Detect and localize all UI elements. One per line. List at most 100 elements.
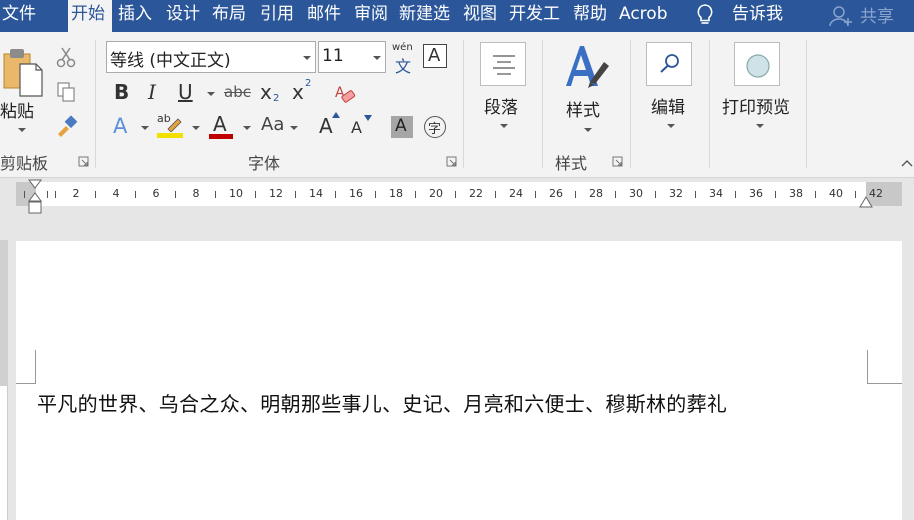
print-preview-dropdown-caret — [756, 124, 764, 128]
font-name-dropdown-caret[interactable] — [303, 56, 311, 60]
tab-references[interactable]: 引用 — [260, 0, 294, 32]
highlight-color-button[interactable]: ab — [157, 112, 185, 142]
phonetic-guide-button[interactable]: wén 文 — [392, 42, 416, 76]
highlight-color-swatch — [157, 133, 183, 138]
tab-new-group[interactable]: 新建选 — [399, 0, 450, 32]
styles-dropdown-caret — [584, 128, 592, 132]
paste-icon — [3, 49, 43, 97]
bold-button[interactable]: B — [114, 80, 129, 104]
crop-mark — [16, 383, 36, 384]
character-shading-button[interactable]: A — [391, 116, 413, 138]
ruler-tick — [815, 191, 816, 198]
ruler-tick — [535, 191, 536, 198]
character-border-char: A — [428, 45, 441, 66]
tab-view[interactable]: 视图 — [463, 0, 497, 32]
indent-marker-icon[interactable] — [28, 179, 42, 215]
copy-icon[interactable] — [56, 81, 76, 103]
character-shading-a: A — [395, 116, 407, 136]
change-case-button[interactable]: Aa — [261, 114, 284, 135]
group-separator — [709, 40, 710, 168]
styles-launcher-icon[interactable] — [612, 156, 623, 167]
italic-button[interactable]: I — [148, 80, 156, 104]
font-size-dropdown-caret[interactable] — [373, 56, 381, 60]
tab-home[interactable]: 开始 — [68, 0, 112, 32]
superscript-x: x — [292, 80, 304, 104]
tell-me-search[interactable]: 告诉我 — [732, 0, 783, 32]
ruler-tick — [695, 191, 696, 198]
font-launcher-icon[interactable] — [446, 156, 457, 167]
tab-review[interactable]: 审阅 — [354, 0, 388, 32]
tab-file[interactable]: 文件 — [2, 0, 36, 32]
underline-dropdown-caret[interactable] — [207, 92, 215, 96]
crop-mark — [867, 350, 868, 384]
grow-arrow-icon — [332, 112, 340, 118]
tab-acrobat[interactable]: Acrob — [619, 0, 668, 32]
clear-formatting-icon[interactable]: A — [333, 82, 357, 106]
print-preview-icon-box — [734, 42, 780, 86]
paste-button[interactable]: 粘贴 — [0, 40, 48, 122]
enclose-characters-button[interactable]: 字 — [424, 116, 446, 138]
font-color-dropdown-caret[interactable] — [243, 126, 251, 130]
ruler-tick — [335, 191, 336, 198]
document-page[interactable] — [16, 241, 902, 520]
editing-button[interactable]: 编辑 — [642, 40, 698, 140]
document-text-line[interactable]: 平凡的世界、乌合之众、明朝那些事儿、史记、月亮和六便士、穆斯林的葬礼 — [37, 388, 727, 417]
highlight-dropdown-caret[interactable] — [192, 126, 200, 130]
ruler-tick — [375, 191, 376, 198]
text-effects-button[interactable]: A — [113, 114, 127, 138]
styles-button[interactable]: 样式 — [558, 40, 614, 140]
ruler-tick — [47, 191, 48, 198]
grow-font-button[interactable]: A — [319, 112, 343, 142]
underline-button[interactable]: U — [178, 80, 193, 104]
tab-design[interactable]: 设计 — [166, 0, 200, 32]
cut-icon[interactable] — [56, 46, 76, 68]
paste-dropdown-caret[interactable] — [18, 128, 26, 132]
ruler-number: 22 — [469, 187, 483, 200]
shrink-font-button[interactable]: A — [351, 112, 375, 142]
ribbon-tab-bar: 文件 开始 插入 设计 布局 引用 邮件 审阅 新建选 视图 开发工 帮助 Ac… — [0, 0, 914, 32]
paragraph-label: 段落 — [484, 98, 518, 118]
tab-mailings[interactable]: 邮件 — [307, 0, 341, 32]
ruler-number: 2 — [72, 187, 80, 200]
pinyin-wen-char: 文 — [395, 57, 412, 76]
ruler-tick — [455, 191, 456, 198]
font-name-combobox[interactable]: 等线 (中文正文) — [106, 41, 316, 73]
collapse-ribbon-icon[interactable] — [900, 158, 914, 168]
clipboard-launcher-icon[interactable] — [78, 156, 89, 167]
horizontal-ruler[interactable]: 2 4 6 8 10 12 14 16 18 20 22 24 26 28 30 32 34 36 38 40 42 — [16, 182, 902, 206]
paragraph-button[interactable]: 段落 — [476, 40, 532, 140]
share-button[interactable]: 共享 — [828, 2, 914, 28]
ruler-tick — [495, 191, 496, 198]
superscript-button[interactable]: x 2 — [292, 78, 316, 108]
character-border-button[interactable]: A — [423, 44, 447, 68]
right-indent-marker-icon[interactable] — [859, 193, 873, 209]
tab-developer[interactable]: 开发工 — [509, 0, 560, 32]
font-size-combobox[interactable]: 11 — [318, 41, 386, 73]
vertical-ruler[interactable] — [0, 240, 8, 520]
vertical-ruler-margin — [0, 240, 8, 386]
font-color-button[interactable]: A — [209, 112, 235, 142]
tab-insert[interactable]: 插入 — [118, 0, 152, 32]
format-painter-icon[interactable] — [55, 115, 79, 137]
print-preview-button[interactable]: 打印预览 — [718, 40, 798, 140]
lightbulb-icon[interactable] — [694, 2, 716, 28]
person-add-icon — [829, 6, 852, 27]
ruler-tick — [55, 191, 56, 198]
editing-icon-box — [646, 42, 692, 86]
group-separator — [806, 40, 807, 168]
subscript-button[interactable]: x 2 — [260, 80, 284, 108]
text-effects-dropdown-caret[interactable] — [141, 126, 149, 130]
print-preview-icon — [746, 54, 770, 78]
ruler-number: 36 — [749, 187, 763, 200]
change-case-dropdown-caret[interactable] — [290, 126, 298, 130]
group-separator — [542, 40, 543, 168]
tab-layout[interactable]: 布局 — [212, 0, 246, 32]
ruler-number: 34 — [709, 187, 723, 200]
strikethrough-button[interactable]: abc — [224, 83, 251, 101]
crop-mark — [867, 383, 902, 384]
tab-help[interactable]: 帮助 — [573, 0, 607, 32]
ruler-number: 30 — [629, 187, 643, 200]
group-separator — [463, 40, 464, 168]
ruler-tick — [255, 191, 256, 198]
ruler-tick — [655, 191, 656, 198]
